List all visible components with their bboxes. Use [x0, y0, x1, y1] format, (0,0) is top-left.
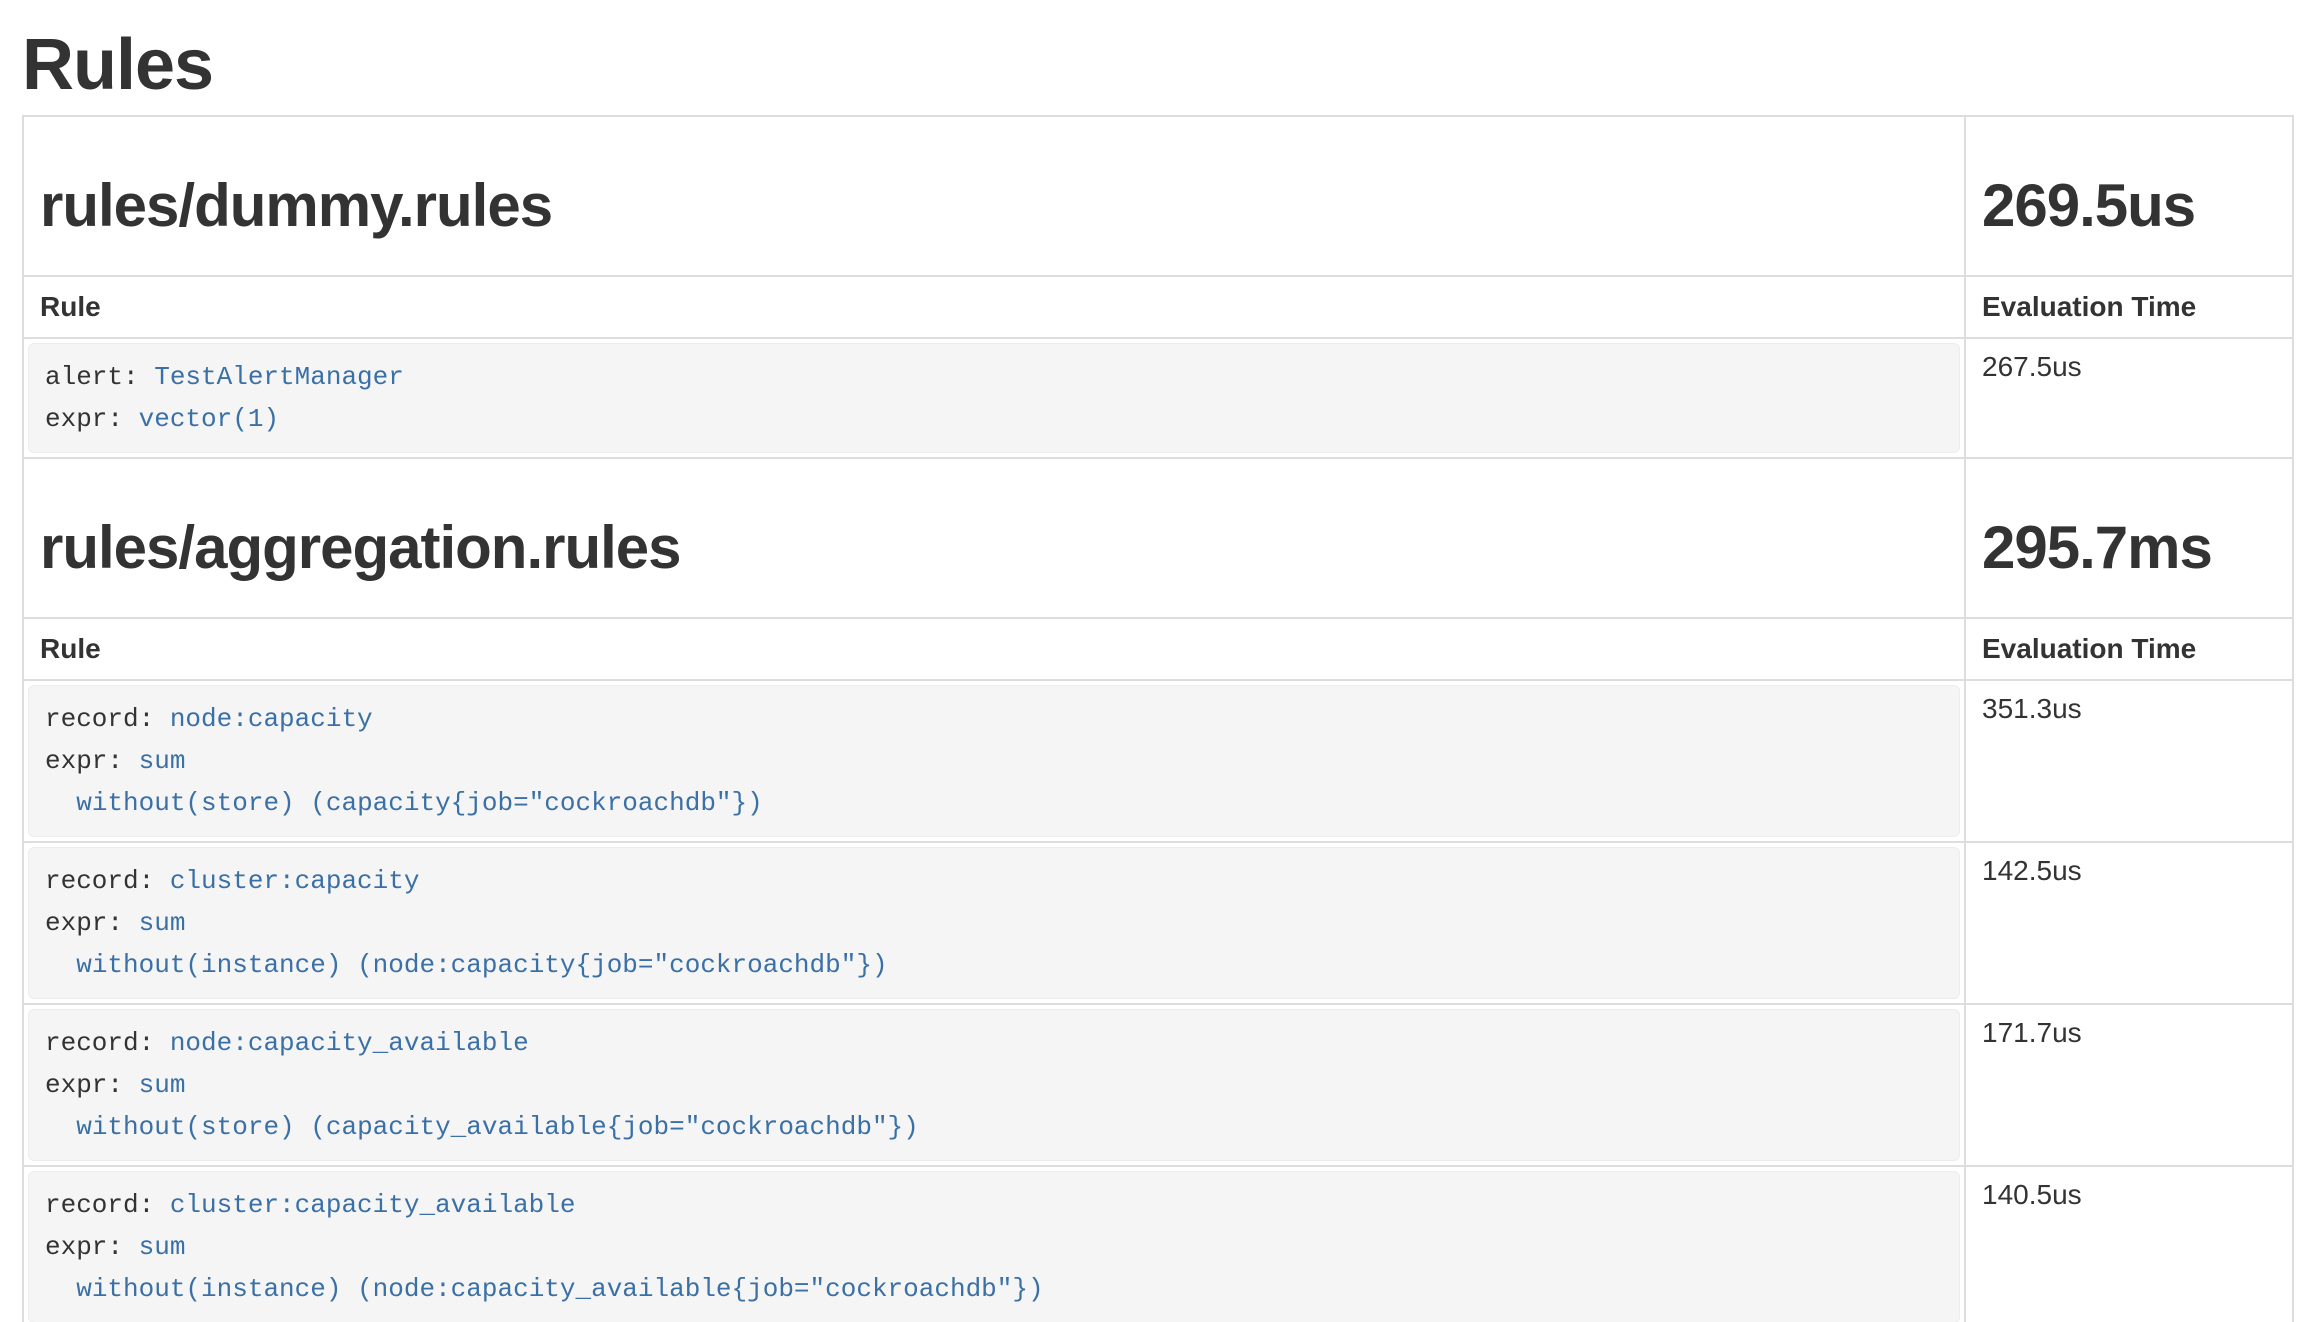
column-header-row: Rule Evaluation Time [23, 276, 2293, 338]
page-title: Rules [22, 26, 2292, 105]
group-eval-total: 269.5us [1982, 173, 2276, 239]
group-eval-total: 295.7ms [1982, 515, 2276, 581]
rule-code: alert: TestAlertManagerexpr: vector(1) [28, 343, 1960, 453]
rule-link[interactable]: sum [139, 1070, 186, 1100]
rule-row: alert: TestAlertManagerexpr: vector(1) 2… [23, 338, 2293, 458]
code-line: without(instance) (node:capacity{job="co… [45, 944, 1943, 986]
rule-link[interactable]: sum [139, 746, 186, 776]
rule-code: record: cluster:capacity_availableexpr: … [28, 1171, 1960, 1322]
code-line: record: cluster:capacity_available [45, 1184, 1943, 1226]
group-file-cell: rules/aggregation.rules [23, 458, 1965, 618]
rule-link[interactable]: node:capacity [170, 704, 373, 734]
rule-eval-time: 267.5us [1965, 338, 2293, 458]
rule-eval-time: 351.3us [1965, 680, 2293, 842]
code-keyword: expr: [45, 746, 139, 776]
code-keyword: expr: [45, 908, 139, 938]
rule-link[interactable]: cluster:capacity [170, 866, 420, 896]
group-eval-total-cell: 295.7ms [1965, 458, 2293, 618]
code-line: expr: sum [45, 1226, 1943, 1268]
rule-definition-cell: alert: TestAlertManagerexpr: vector(1) [23, 338, 1965, 458]
code-keyword: expr: [45, 1070, 139, 1100]
code-keyword: record: [45, 866, 170, 896]
code-keyword: record: [45, 1028, 170, 1058]
rule-link[interactable]: TestAlertManager [154, 362, 404, 392]
group-file-cell: rules/dummy.rules [23, 116, 1965, 276]
group-eval-total-cell: 269.5us [1965, 116, 2293, 276]
rule-row: record: node:capacityexpr: sum without(s… [23, 680, 2293, 842]
code-line: record: node:capacity_available [45, 1022, 1943, 1064]
rule-column-header: Rule [23, 276, 1965, 338]
rule-link[interactable]: node:capacity_available [170, 1028, 529, 1058]
code-keyword: record: [45, 704, 170, 734]
group-file-name: rules/dummy.rules [40, 173, 1948, 239]
code-line: alert: TestAlertManager [45, 356, 1943, 398]
rule-definition-cell: record: cluster:capacityexpr: sum withou… [23, 842, 1965, 1004]
code-line: expr: sum [45, 1064, 1943, 1106]
rule-row: record: node:capacity_availableexpr: sum… [23, 1004, 2293, 1166]
code-keyword: expr: [45, 404, 139, 434]
rules-page: Rules rules/dummy.rules 269.5us Rule Eva… [0, 26, 2316, 1322]
rule-link[interactable]: sum [139, 1232, 186, 1262]
code-line: without(store) (capacity{job="cockroachd… [45, 782, 1943, 824]
rule-link[interactable]: without(store) (capacity{job="cockroachd… [45, 788, 763, 818]
rule-eval-time: 140.5us [1965, 1166, 2293, 1322]
rule-row: record: cluster:capacityexpr: sum withou… [23, 842, 2293, 1004]
rule-link[interactable]: sum [139, 908, 186, 938]
rule-code: record: node:capacity_availableexpr: sum… [28, 1009, 1960, 1161]
code-line: expr: sum [45, 740, 1943, 782]
rule-definition-cell: record: node:capacity_availableexpr: sum… [23, 1004, 1965, 1166]
time-column-header: Evaluation Time [1965, 618, 2293, 680]
code-keyword: record: [45, 1190, 170, 1220]
code-line: record: node:capacity [45, 698, 1943, 740]
rule-definition-cell: record: cluster:capacity_availableexpr: … [23, 1166, 1965, 1322]
rule-column-header: Rule [23, 618, 1965, 680]
rule-link[interactable]: cluster:capacity_available [170, 1190, 576, 1220]
rules-table: rules/dummy.rules 269.5us Rule Evaluatio… [22, 115, 2294, 1322]
column-header-row: Rule Evaluation Time [23, 618, 2293, 680]
time-column-header: Evaluation Time [1965, 276, 2293, 338]
rule-group: rules/aggregation.rules 295.7ms Rule Eva… [23, 458, 2293, 1322]
code-keyword: expr: [45, 1232, 139, 1262]
rule-group: rules/dummy.rules 269.5us Rule Evaluatio… [23, 116, 2293, 458]
rule-link[interactable]: vector(1) [139, 404, 279, 434]
group-file-name: rules/aggregation.rules [40, 515, 1948, 581]
code-keyword: alert: [45, 362, 154, 392]
code-line: expr: vector(1) [45, 398, 1943, 440]
group-header-row: rules/dummy.rules 269.5us [23, 116, 2293, 276]
rule-link[interactable]: without(store) (capacity_available{job="… [45, 1112, 919, 1142]
rule-code: record: cluster:capacityexpr: sum withou… [28, 847, 1960, 999]
code-line: expr: sum [45, 902, 1943, 944]
rule-eval-time: 142.5us [1965, 842, 2293, 1004]
rule-row: record: cluster:capacity_availableexpr: … [23, 1166, 2293, 1322]
rule-code: record: node:capacityexpr: sum without(s… [28, 685, 1960, 837]
rule-link[interactable]: without(instance) (node:capacity{job="co… [45, 950, 888, 980]
code-line: record: cluster:capacity [45, 860, 1943, 902]
group-header-row: rules/aggregation.rules 295.7ms [23, 458, 2293, 618]
rule-eval-time: 171.7us [1965, 1004, 2293, 1166]
code-line: without(instance) (node:capacity_availab… [45, 1268, 1943, 1310]
rule-link[interactable]: without(instance) (node:capacity_availab… [45, 1274, 1044, 1304]
code-line: without(store) (capacity_available{job="… [45, 1106, 1943, 1148]
rule-definition-cell: record: node:capacityexpr: sum without(s… [23, 680, 1965, 842]
